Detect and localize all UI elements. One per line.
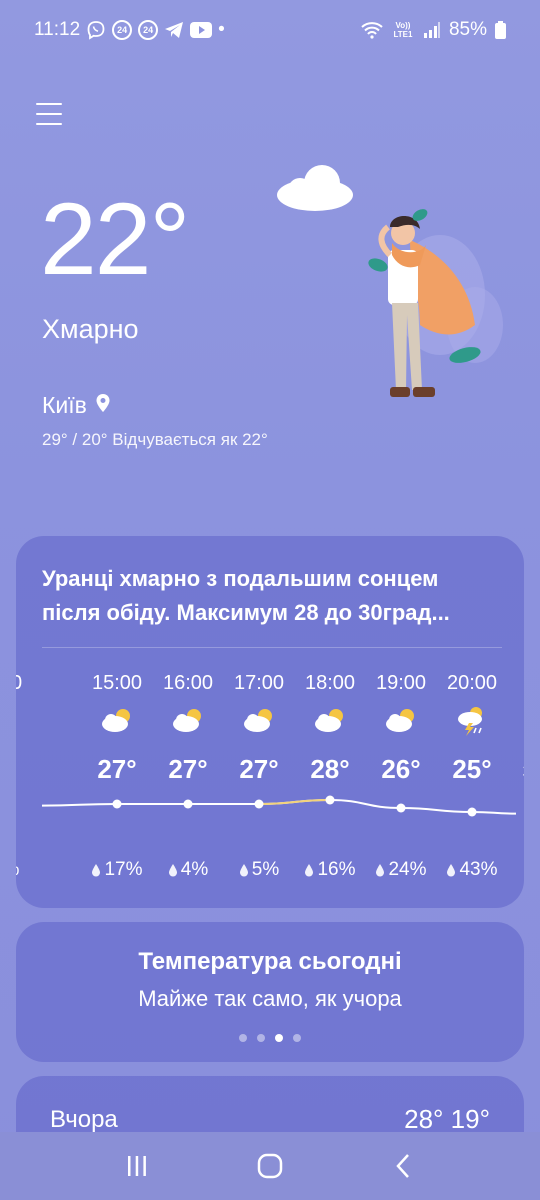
battery-icon [495,21,506,39]
status-left: 11:12 24 24 • [34,19,225,41]
rain-percent: 43% [459,859,498,880]
page-dot[interactable] [275,1034,283,1042]
status-time: 11:12 [34,19,81,40]
home-icon [257,1153,283,1179]
location-button[interactable]: Київ [42,392,111,419]
hour-temp: 26° [381,754,421,784]
partly-cloudy-icon [241,704,277,736]
hour-time: 16:00 [162,672,214,694]
rain-percent: 5% [251,859,280,880]
city-name: Київ [42,392,87,418]
page-dot[interactable] [293,1034,301,1042]
hour-temp: ° [16,754,46,785]
temperature-point [112,799,122,809]
weather-illustration [270,155,510,415]
raindrop-icon [239,864,248,877]
back-icon [396,1154,410,1178]
hour-time: 17:00 [233,672,285,694]
home-button[interactable] [250,1146,290,1186]
temperature-point [183,799,193,809]
recent-apps-button[interactable] [117,1146,157,1186]
raindrop-icon [168,864,177,877]
high-low-feels-like: 29° / 20° Відчувається як 22° [42,430,268,449]
wifi-icon [361,21,383,39]
page-dot[interactable] [239,1034,247,1042]
menu-button[interactable] [36,103,62,127]
current-condition: Хмарно [42,314,139,344]
news24-badge-icon-2: 24 [138,20,159,40]
hour-rain: % [16,859,46,881]
thunderstorm-icon [454,704,490,736]
status-right: Vo)) LTE1 85% [361,19,506,41]
hamburger-line [36,103,62,105]
divider [42,647,502,648]
hour-rain: 16% [295,859,365,881]
hour-temp: 27° [168,754,208,784]
hamburger-line [36,113,62,115]
hourly-forecast-card[interactable]: Уранці хмарно з подальшим сонцем після о… [16,536,524,908]
partly-cloudy-icon [99,704,135,736]
hour-temp: 27° [239,754,279,784]
telegram-icon [164,21,184,39]
battery-percent: 85% [448,19,487,40]
hour-time: 00 [16,672,23,694]
today-title: Температура сьогодні [138,948,402,975]
rain-percent: 16% [317,859,356,880]
partly-cloudy-icon [170,704,206,736]
rain-percent: 4% [180,859,209,880]
today-subtitle: Майже так само, як учора [138,986,402,1011]
rain-percent: % [16,859,19,881]
hourly-scroll[interactable]: 00 ° % 15:00 27° 17% 16:00 27° 4% 17:00 27° 5% 18… [16,656,524,901]
recent-apps-icon [127,1156,146,1176]
status-more-dot: • [218,19,225,40]
yesterday-temps: 28° 19° [404,1104,490,1134]
hamburger-line [36,123,62,125]
back-button[interactable] [383,1146,423,1186]
raindrop-icon [447,864,456,877]
location-pin-icon [95,392,111,419]
raindrop-icon [92,864,101,877]
volte-icon: Vo)) LTE1 [393,21,413,39]
page-dot[interactable] [257,1034,265,1042]
hour-temp: 28° [310,754,350,784]
youtube-icon [190,22,213,38]
raindrop-icon [305,864,314,877]
page-indicator [16,1034,524,1042]
hour-temp: 27° [97,754,137,784]
hour-rain: 5% [224,859,294,881]
partly-cloudy-icon [383,704,419,736]
forecast-summary-line-1: Уранці хмарно з подальшим сонцем [42,566,439,591]
forecast-summary-line-2: після обіду. Максимум 28 до 30град... [42,600,450,625]
raindrop-icon [376,864,385,877]
hour-time: 15:00 [91,672,143,694]
yesterday-label: Вчора [50,1106,118,1133]
today-temperature-card[interactable]: Температура сьогодні Майже так само, як … [16,922,524,1062]
rain-percent: 24% [388,859,427,880]
hour-rain: 43% [437,859,507,881]
signal-icon [423,21,441,39]
hour-rain: 4% [153,859,223,881]
news24-badge-icon: 24 [112,20,133,40]
current-temperature: 22° [40,182,190,296]
temperature-point [467,807,477,817]
hour-time: 20:00 [446,672,498,694]
forecast-summary: Уранці хмарно з подальшим сонцем після о… [42,562,512,630]
viber-icon [86,20,106,40]
temperature-point [254,799,264,809]
rain-percent: 17% [104,859,143,880]
hour-rain: 24% [366,859,436,881]
status-bar: 11:12 24 24 • Vo)) LTE1 85% [0,0,540,60]
navigation-bar [0,1132,540,1200]
temperature-point [396,803,406,813]
hour-time: 18:00 [304,672,356,694]
temperature-point [325,795,335,805]
partly-cloudy-icon [312,704,348,736]
cloud-icon [277,165,353,211]
hour-time: 19:00 [375,672,427,694]
hour-temp: з [494,754,524,785]
hour-rain: 17% [82,859,152,881]
